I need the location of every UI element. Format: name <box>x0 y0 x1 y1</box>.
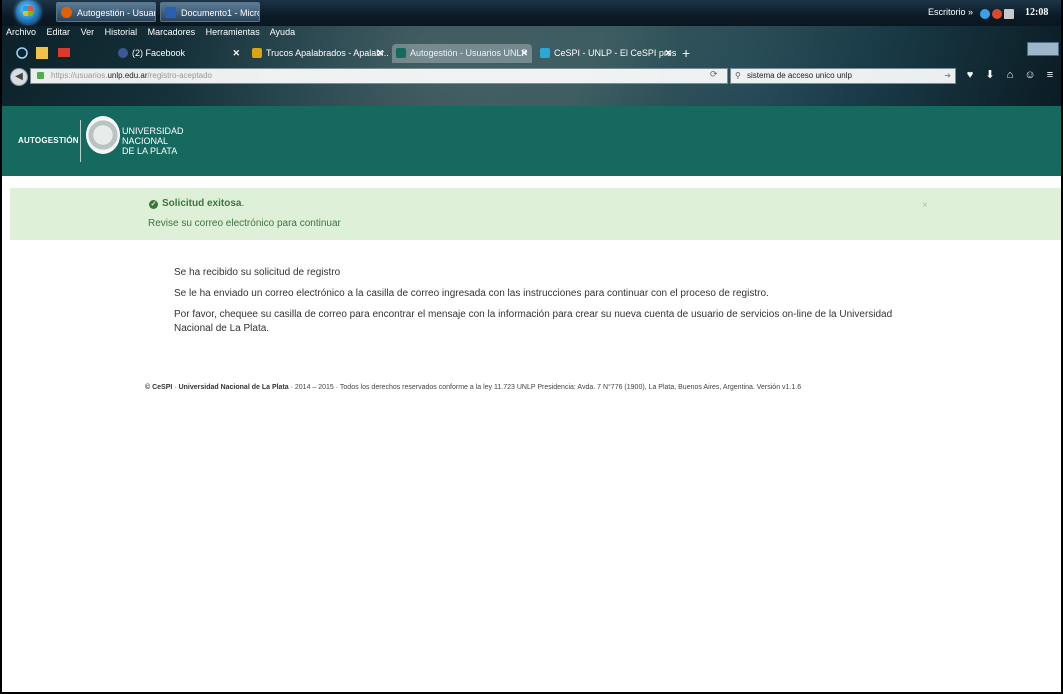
footer-text: · 2014 – 2015 · Todos los derechos reser… <box>288 384 802 391</box>
university-name[interactable]: UNIVERSIDAD NACIONAL DE LA PLATA <box>122 126 184 156</box>
tab-label: (2) Facebook <box>132 48 186 58</box>
university-seal-icon[interactable] <box>86 116 120 154</box>
menu-icon[interactable]: ≡ <box>1040 69 1060 81</box>
tab-facebook[interactable]: (2) Facebook ✕ <box>114 44 244 63</box>
unlp-icon <box>396 48 406 58</box>
taskbar-button-label: Autogestión - Usuario... <box>77 8 156 18</box>
brand-label[interactable]: AUTOGESTIÓN <box>18 136 79 145</box>
windows-taskbar: Autogestión - Usuario... Documento1 - Mi… <box>2 0 1061 44</box>
system-clock[interactable]: 12:08 p.m <box>1025 0 1061 44</box>
pinned-tab[interactable] <box>54 44 74 62</box>
check-circle-icon: ✓ <box>149 200 158 209</box>
url-path: /registro-aceptado <box>147 71 212 80</box>
footer-org[interactable]: Universidad Nacional de La Plata <box>179 384 289 391</box>
footer-copyright[interactable]: © CeSPI <box>145 384 172 391</box>
menu-ver[interactable]: Ver <box>81 27 95 37</box>
url-bar[interactable]: https://usuarios.unlp.edu.ar/registro-ac… <box>30 68 728 84</box>
new-tab-button[interactable]: + <box>682 44 690 63</box>
antivirus-icon[interactable] <box>992 9 1002 19</box>
close-tab-icon[interactable]: ✕ <box>232 44 240 63</box>
tab-label: Trucos Apalabrados - Apalabr... <box>266 48 388 58</box>
screen: Autogestión - Usuario... Documento1 - Mi… <box>0 0 1063 694</box>
loading-icon <box>16 47 28 59</box>
alert-message: Revise su correo electrónico para contin… <box>148 218 341 229</box>
university-name-line: DE LA PLATA <box>122 146 178 156</box>
word-icon <box>165 7 176 18</box>
url-prefix: https://usuarios. <box>51 71 108 80</box>
cespi-icon <box>540 48 550 58</box>
pinned-app-icon <box>36 47 48 59</box>
taskbar-button-label: Documento1 - Microso... <box>181 8 260 18</box>
close-tab-icon[interactable]: ✕ <box>376 44 384 63</box>
lock-icon <box>37 72 44 79</box>
content-paragraph: Se ha recibido su solicitud de registro <box>174 267 341 278</box>
system-tray[interactable] <box>980 6 1020 20</box>
pinned-tab[interactable] <box>12 44 32 62</box>
navigation-bar: ◀ https://usuarios.unlp.edu.ar/registro-… <box>2 64 1061 88</box>
close-tab-icon[interactable]: ✕ <box>664 44 672 63</box>
taskbar-button-firefox[interactable]: Autogestión - Usuario... <box>56 2 156 22</box>
apalabrados-icon <box>252 48 262 58</box>
header-divider <box>80 120 81 162</box>
desktop-toolbar[interactable]: Escritorio » <box>924 4 977 20</box>
menu-herramientas[interactable]: Herramientas <box>206 27 260 37</box>
back-button[interactable]: ◀ <box>10 68 28 86</box>
smiley-icon[interactable]: ☺ <box>1020 69 1040 81</box>
close-tab-icon[interactable]: ✕ <box>520 44 528 63</box>
start-button[interactable] <box>16 0 40 24</box>
alert-title-text: Solicitud exitosa <box>162 198 242 209</box>
university-name-line: UNIVERSIDAD <box>122 126 184 136</box>
network-icon[interactable] <box>980 9 990 19</box>
facebook-icon <box>118 48 128 58</box>
download-icon[interactable]: ⬇ <box>980 68 1000 81</box>
content-paragraph: Se le ha enviado un correo electrónico a… <box>174 288 769 299</box>
gmail-icon <box>58 48 70 57</box>
menu-marcadores[interactable]: Marcadores <box>148 27 196 37</box>
web-page: AUTOGESTIÓN UNIVERSIDAD NACIONAL DE LA P… <box>2 106 1061 692</box>
menu-bar: Archivo Editar Ver Historial Marcadores … <box>6 27 303 41</box>
pinned-tab[interactable] <box>32 44 52 62</box>
home-icon[interactable]: ⌂ <box>1000 69 1020 81</box>
search-go-icon[interactable]: ➜ <box>944 69 951 83</box>
toolbar-icons: ♥ ⬇ ⌂ ☺ ≡ <box>960 68 1060 84</box>
close-icon[interactable]: × <box>922 200 928 211</box>
tab-autogestion[interactable]: Autogestión - Usuarios UNLP ✕ <box>392 44 532 63</box>
search-icon: ⚲ <box>735 71 741 80</box>
university-name-line: NACIONAL <box>122 136 169 146</box>
content-paragraph: Por favor, chequee su casilla de correo … <box>174 309 893 334</box>
tab-cespi[interactable]: CeSPI - UNLP - El CeSPI pres... ✕ <box>536 44 676 63</box>
footer: © CeSPI · Universidad Nacional de La Pla… <box>145 384 801 391</box>
volume-icon[interactable] <box>1004 9 1014 19</box>
search-input[interactable]: ⚲ sistema de acceso unico unlp ➜ <box>730 68 956 84</box>
menu-historial[interactable]: Historial <box>105 27 138 37</box>
pocket-icon[interactable]: ♥ <box>960 69 980 81</box>
menu-archivo[interactable]: Archivo <box>6 27 36 37</box>
taskbar-button-word[interactable]: Documento1 - Microso... <box>160 2 260 22</box>
reload-icon[interactable]: ⟳ <box>710 69 718 80</box>
main-content: Se ha recibido su solicitud de registro … <box>174 266 924 343</box>
tab-label: CeSPI - UNLP - El CeSPI pres... <box>554 48 676 58</box>
tab-label: Autogestión - Usuarios UNLP <box>410 48 528 58</box>
menu-editar[interactable]: Editar <box>47 27 71 37</box>
menu-ayuda[interactable]: Ayuda <box>270 27 295 37</box>
desktop-toolbar-label: Escritorio <box>928 7 966 17</box>
firefox-icon <box>61 7 72 18</box>
alert-title: Solicitud exitosa. <box>162 198 244 209</box>
url-domain: unlp.edu.ar <box>107 71 148 80</box>
success-alert: ✓ Solicitud exitosa. Revise su correo el… <box>10 188 1061 240</box>
tab-trucos-apalabrados[interactable]: Trucos Apalabrados - Apalabr... ✕ <box>248 44 388 63</box>
search-value: sistema de acceso unico unlp <box>747 71 852 80</box>
alert-title-suffix: . <box>241 198 245 209</box>
site-header: AUTOGESTIÓN UNIVERSIDAD NACIONAL DE LA P… <box>2 106 1061 176</box>
tab-strip: (2) Facebook ✕ Trucos Apalabrados - Apal… <box>2 42 1061 64</box>
browser-chrome: Archivo Editar Ver Historial Marcadores … <box>2 26 1061 106</box>
